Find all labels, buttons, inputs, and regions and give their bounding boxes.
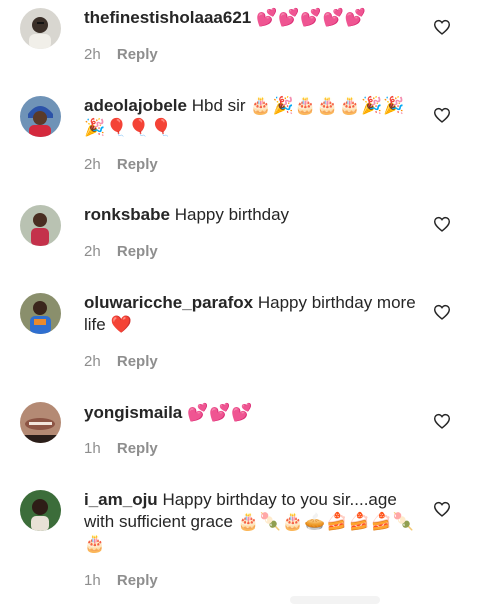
comment-username[interactable]: oluwaricche_parafox bbox=[84, 293, 253, 312]
avatar[interactable] bbox=[20, 96, 61, 137]
avatar[interactable] bbox=[20, 8, 61, 49]
comment-text: Hbd sir bbox=[191, 96, 246, 115]
comment-emoji: ❤️ bbox=[110, 315, 133, 334]
comment-username[interactable]: yongismaila bbox=[84, 403, 182, 422]
reply-button[interactable]: Reply bbox=[117, 440, 158, 457]
reply-button[interactable]: Reply bbox=[117, 243, 158, 260]
scroll-indicator bbox=[290, 596, 380, 604]
like-heart-icon[interactable] bbox=[433, 107, 451, 123]
comment-time: 2h bbox=[84, 46, 101, 63]
comments-panel: { "comments": [ {"username":"thefinestis… bbox=[0, 0, 480, 604]
comment-username[interactable]: adeolajobele bbox=[84, 96, 187, 115]
reply-button[interactable]: Reply bbox=[117, 46, 158, 63]
like-heart-icon[interactable] bbox=[433, 19, 451, 35]
comment-time: 1h bbox=[84, 572, 101, 589]
like-heart-icon[interactable] bbox=[433, 216, 451, 232]
comment-username[interactable]: ronksbabe bbox=[84, 205, 170, 224]
avatar[interactable] bbox=[20, 402, 61, 443]
comment-username[interactable]: thefinestisholaaa621 bbox=[84, 8, 251, 27]
like-heart-icon[interactable] bbox=[433, 304, 451, 320]
avatar[interactable] bbox=[20, 293, 61, 334]
reply-button[interactable]: Reply bbox=[117, 572, 158, 589]
comment-text: Happy birthday bbox=[174, 205, 290, 224]
comment-time: 2h bbox=[84, 156, 101, 173]
avatar[interactable] bbox=[20, 205, 61, 246]
reply-button[interactable]: Reply bbox=[117, 156, 158, 173]
comment-time: 2h bbox=[84, 353, 101, 370]
like-heart-icon[interactable] bbox=[433, 501, 451, 517]
comment-time: 2h bbox=[84, 243, 101, 260]
reply-button[interactable]: Reply bbox=[117, 353, 158, 370]
comment-time: 1h bbox=[84, 440, 101, 457]
like-heart-icon[interactable] bbox=[433, 413, 451, 429]
comment-username[interactable]: i_am_oju bbox=[84, 490, 158, 509]
comment-emoji: 💕💕💕💕💕 bbox=[255, 8, 367, 27]
avatar[interactable] bbox=[20, 490, 61, 531]
comment-emoji: 💕💕💕 bbox=[187, 403, 254, 422]
